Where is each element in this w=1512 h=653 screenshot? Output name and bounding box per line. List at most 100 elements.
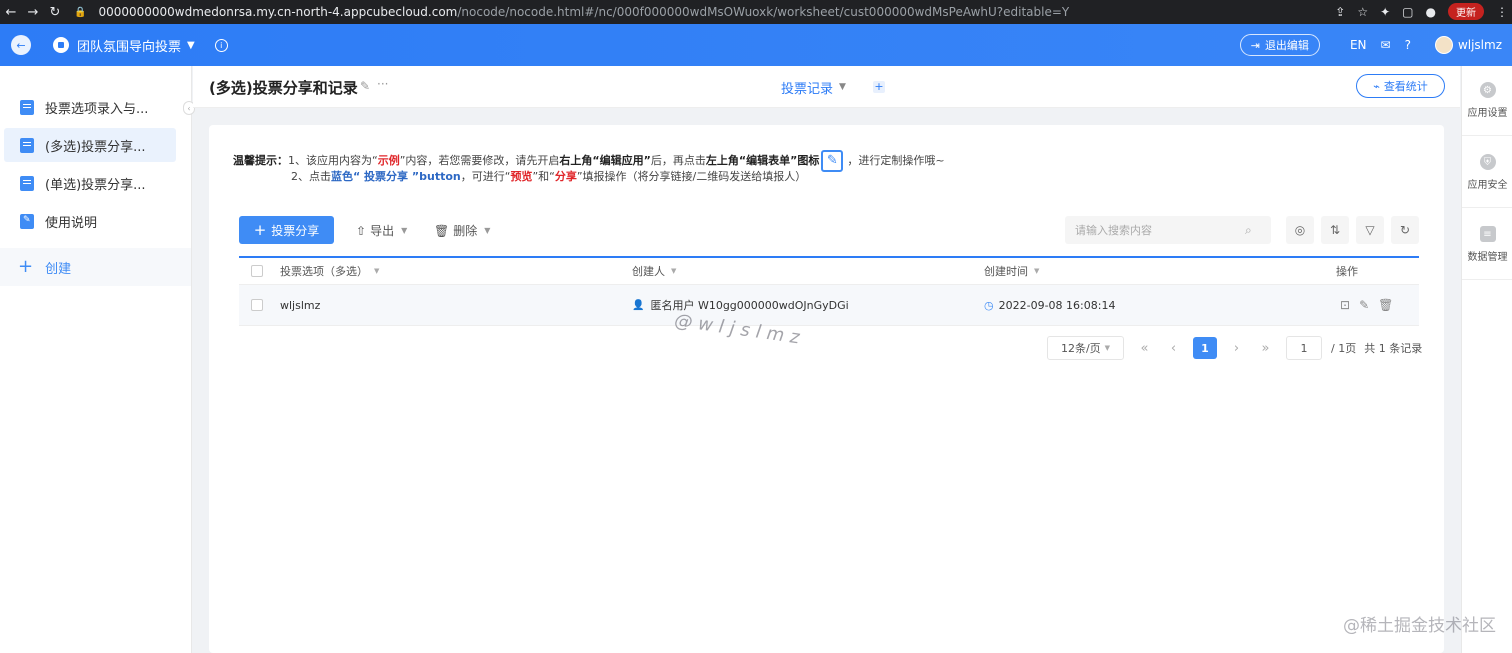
edit-form-icon: ✎ (821, 150, 844, 172)
more-icon[interactable]: ··· (377, 77, 388, 91)
tip-highlight: 右上角“编辑应用” (559, 154, 651, 167)
sidebar-item-label: 使用说明 (45, 215, 98, 231)
browser-toolbar: ← → ↻ 🔒 0000000000wdmedonrsa.my.cn-north… (0, 0, 1512, 24)
prev-page-icon[interactable]: ‹ (1159, 341, 1188, 356)
tip-text: ”内容，若您需要修改，请先开启 (399, 154, 560, 167)
table-row[interactable]: wljslmz 👤 匿名用户 W10gg000000wdOJnGyDGi ◷ 202… (239, 285, 1419, 326)
delete-button[interactable]: 🗑 删除 ▼ (434, 222, 490, 239)
profile-icon[interactable]: ● (1426, 5, 1436, 19)
app-logo-icon (53, 37, 69, 53)
chevron-down-icon[interactable]: ▼ (187, 40, 195, 51)
page-size-value: 12条/页 (1060, 342, 1101, 355)
column-label: 创建人 (632, 265, 665, 278)
info-icon[interactable]: i (214, 38, 228, 52)
vote-share-button[interactable]: + 投票分享 (239, 216, 334, 244)
column-label: 投票选项（多选） (280, 265, 368, 278)
address-bar[interactable]: 0000000000wdmedonrsa.my.cn-north-4.appcu… (98, 5, 1069, 19)
column-header-creator[interactable]: 创建人 ▼ (632, 258, 676, 284)
column-header-created-time[interactable]: 创建时间 ▼ (984, 258, 1039, 284)
filter-icon[interactable]: ▽ (1356, 216, 1384, 244)
tip-text: ”填报操作（将分享链接/二维码发送给填报人） (576, 170, 807, 183)
view-stats-label: 查看统计 (1383, 80, 1428, 93)
document-edit-icon (20, 213, 34, 229)
sidebar-item-vote-options[interactable]: 投票选项录入与... (4, 90, 176, 124)
shield-icon: ⛨ (1479, 154, 1496, 170)
tab-vote-records[interactable]: 投票记录 ▼ (781, 66, 846, 108)
records-table: 投票选项（多选） ▼ 创建人 ▼ 创建时间 ▼ 操作 wljslmz 👤 匿名用户 W1… (239, 256, 1419, 326)
browser-back-icon[interactable]: ← (0, 5, 22, 20)
current-page-button[interactable]: 1 (1193, 337, 1217, 359)
app-title[interactable]: 团队氛围导向投票 (77, 36, 181, 55)
app-security-button[interactable]: ⛨ 应用安全 (1462, 138, 1512, 208)
search-icon[interactable]: ⌕ (1245, 223, 1252, 238)
browser-reload-icon[interactable]: ↻ (44, 5, 66, 20)
avatar[interactable] (1434, 36, 1453, 54)
last-page-icon[interactable]: » (1251, 341, 1280, 356)
gear-icon: ⚙ (1479, 82, 1496, 98)
edit-icon[interactable]: ✎ (1359, 298, 1369, 312)
view-detail-icon[interactable]: ⊡ (1340, 298, 1350, 312)
trash-icon: 🗑 (434, 223, 450, 238)
browser-menu-icon[interactable]: ⋮ (1496, 5, 1508, 19)
page-jump-input[interactable]: 1 (1286, 336, 1322, 360)
hide-columns-icon[interactable]: ◎ (1286, 216, 1314, 244)
created-time: 2022-09-08 16:08:14 (998, 298, 1116, 312)
search-input[interactable] (1075, 223, 1245, 237)
next-page-icon[interactable]: › (1222, 341, 1251, 356)
plus-icon: + (253, 220, 267, 239)
create-button[interactable]: + 创建 (0, 248, 191, 286)
form-icon (20, 137, 34, 153)
user-name[interactable]: wljslmz (1458, 38, 1502, 52)
app-settings-button[interactable]: ⚙ 应用设置 (1462, 66, 1512, 136)
sort-icon[interactable]: ⇅ (1321, 216, 1349, 244)
edit-form-icon[interactable]: ✎ (360, 79, 370, 93)
extensions-icon[interactable]: ✦ (1380, 5, 1390, 19)
sidebar-item-multi-vote[interactable]: (多选)投票分享... (4, 128, 176, 162)
view-stats-button[interactable]: ⌁ 查看统计 (1356, 74, 1445, 98)
page-size-select[interactable]: 12条/页 ▼ (1047, 336, 1124, 360)
back-arrow-icon[interactable]: ← (11, 35, 31, 55)
row-checkbox[interactable] (251, 299, 263, 311)
column-header-option[interactable]: 投票选项（多选） ▼ (280, 258, 379, 284)
url-host: 0000000000wdmedonrsa.my.cn-north-4.appcu… (98, 5, 458, 19)
page-title: (多选)投票分享和记录 (209, 79, 358, 97)
total-records: 共 1 条记录 (1364, 342, 1423, 355)
tip-highlight: 分享 (554, 170, 577, 183)
url-path: /nocode/nocode.html#/nc/000f000000wdMsOW… (457, 5, 1070, 19)
table-header: 投票选项（多选） ▼ 创建人 ▼ 创建时间 ▼ 操作 (239, 256, 1419, 285)
sidebar-item-label: (单选)投票分享... (45, 177, 146, 193)
share-icon[interactable]: ⇪ (1335, 5, 1345, 19)
export-button[interactable]: ⇧ 导出 ▼ (356, 222, 407, 239)
rail-label: 应用设置 (1467, 108, 1508, 119)
tip-highlight: 示例 (377, 154, 400, 167)
lock-icon[interactable]: 🔒 (74, 7, 86, 18)
browser-forward-icon[interactable]: → (22, 5, 44, 20)
exit-edit-button[interactable]: ⇥ 退出编辑 (1239, 34, 1320, 56)
form-icon (20, 99, 34, 115)
tip-text: ，进行定制操作哦~ (847, 154, 945, 167)
refresh-icon[interactable]: ↻ (1391, 216, 1419, 244)
chart-icon: ⌁ (1373, 79, 1380, 93)
select-all-checkbox[interactable] (251, 265, 263, 277)
help-icon[interactable]: ? (1405, 38, 1411, 52)
clock-icon: ◷ (984, 298, 994, 312)
database-icon: ≡ (1479, 226, 1496, 242)
language-switch[interactable]: EN (1350, 38, 1367, 52)
cell-option: wljslmz (280, 298, 321, 312)
plus-icon: + (18, 256, 34, 277)
chevron-down-icon: ▼ (374, 267, 380, 275)
trash-icon[interactable]: 🗑 (1378, 298, 1393, 312)
sidebar-item-instructions[interactable]: 使用说明 (4, 204, 176, 238)
mail-icon[interactable]: ✉ (1381, 38, 1391, 52)
add-view-icon[interactable]: + (873, 81, 885, 93)
data-management-button[interactable]: ≡ 数据管理 (1462, 210, 1512, 280)
bookmark-star-icon[interactable]: ☆ (1357, 5, 1368, 19)
tab-label: 投票记录 (781, 81, 834, 97)
first-page-icon[interactable]: « (1130, 341, 1159, 356)
sidepanel-icon[interactable]: ▢ (1402, 5, 1413, 19)
tip-text: 1、该应用内容为“ (288, 154, 378, 167)
sidebar-item-single-vote[interactable]: (单选)投票分享... (4, 166, 176, 200)
update-button[interactable]: 更新 (1448, 3, 1484, 20)
tip-banner: 温馨提示： 1、该应用内容为“ 示例 ”内容，若您需要修改，请先开启 右上角“编… (233, 150, 945, 185)
export-icon: ⇧ (356, 223, 367, 238)
